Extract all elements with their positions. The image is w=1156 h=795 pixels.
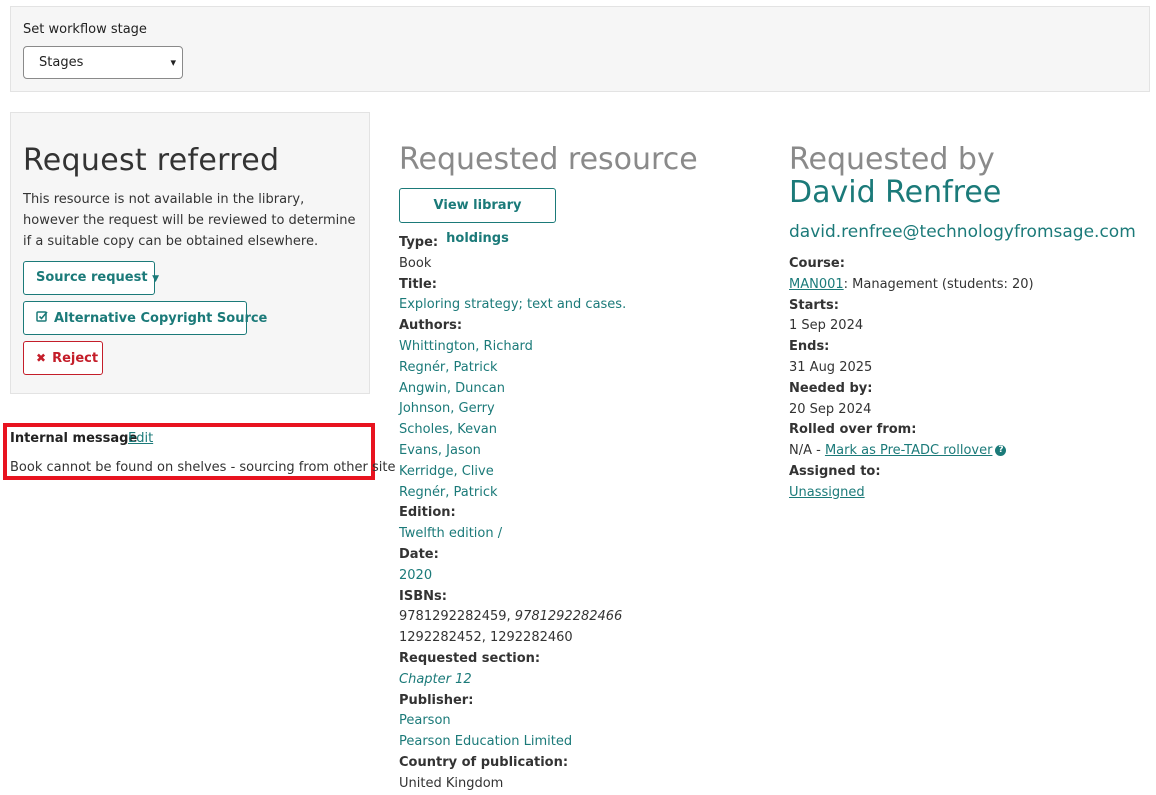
requested-by-heading: Requested by (789, 142, 995, 177)
workflow-stage-label: Set workflow stage (23, 22, 147, 37)
assigned-to-link[interactable]: Unassigned (789, 485, 865, 500)
close-icon: ✖ (36, 351, 47, 365)
date-value[interactable]: 2020 (399, 566, 759, 587)
ends-label: Ends: (789, 339, 830, 355)
chevron-down-icon: ▾ (170, 56, 176, 69)
isbn-separator: , (506, 609, 515, 625)
course-value: MAN001: Management (students: 20) (789, 275, 1149, 296)
requester-email[interactable]: david.renfree@technologyfromsage.com (789, 222, 1136, 242)
author-link[interactable]: Evans, Jason (399, 441, 759, 462)
edition-label: Edition: (399, 505, 456, 521)
isbns-label: ISBNs: (399, 588, 447, 604)
alternative-copyright-source-button[interactable]: Alternative Copyright Source (23, 301, 267, 335)
authors-label: Authors: (399, 318, 463, 334)
rolled-over-value: N/A - Mark as Pre-TADC rollover? (789, 441, 1149, 462)
checkbox-edit-icon (36, 302, 48, 334)
author-link[interactable]: Johnson, Gerry (399, 399, 759, 420)
assigned-to-value: Unassigned (789, 483, 1149, 504)
internal-message-label: Internal message (10, 431, 138, 446)
workflow-stage-select[interactable]: Stages ▾ (23, 46, 183, 79)
workflow-stage-panel: Set workflow stage Stages ▾ (10, 6, 1150, 92)
isbn-value: 9781292282459 (399, 609, 507, 625)
rolled-over-label: Rolled over from: (789, 422, 917, 438)
author-link[interactable]: Whittington, Richard (399, 337, 759, 358)
course-code-link[interactable]: MAN001 (789, 277, 844, 292)
publisher-label: Publisher: (399, 692, 474, 708)
course-label: Course: (789, 256, 845, 271)
assigned-to-label: Assigned to: (789, 463, 881, 479)
date-label: Date: (399, 546, 439, 562)
view-library-holdings-button[interactable]: View library holdings (399, 188, 556, 246)
requester-details: Course: MAN001: Management (students: 20… (789, 254, 1149, 504)
source-request-label: Source request (36, 270, 148, 285)
edition-value[interactable]: Twelfth edition / (399, 524, 759, 545)
author-link[interactable]: Kerridge, Clive (399, 462, 759, 483)
requested-section-value[interactable]: Chapter 12 (399, 670, 759, 691)
title-label: Title: (399, 276, 438, 292)
type-label: Type: (399, 235, 439, 250)
publisher-link[interactable]: Pearson Education Limited (399, 732, 759, 753)
isbns-line-1: 9781292282459, 9781292282466 (399, 607, 759, 628)
author-link[interactable]: Angwin, Duncan (399, 379, 759, 400)
alternative-copyright-source-label: Alternative Copyright Source (54, 311, 268, 326)
author-link[interactable]: Scholes, Kevan (399, 420, 759, 441)
request-referred-title: Request referred (23, 143, 280, 178)
reject-label: Reject (52, 351, 99, 366)
source-request-button[interactable]: Source request ▼ (23, 261, 159, 295)
requester-name[interactable]: David Renfree (789, 175, 1001, 210)
workflow-stage-select-value: Stages (39, 55, 84, 70)
starts-value: 1 Sep 2024 (789, 318, 864, 334)
rolled-over-prefix: N/A - (789, 443, 825, 459)
requested-resource-heading: Requested resource (399, 142, 698, 177)
internal-message-text: Book cannot be found on shelves - sourci… (10, 460, 396, 475)
course-description: : Management (students: 20) (843, 276, 1034, 292)
starts-label: Starts: (789, 297, 839, 313)
isbns-line-2: 1292282452, 1292282460 (399, 630, 573, 646)
needed-by-label: Needed by: (789, 380, 873, 396)
internal-message-edit-link[interactable]: Edit (128, 431, 153, 446)
resource-details: Type: Book Title: Exploring strategy; te… (399, 233, 759, 795)
request-referred-panel: Request referred This resource is not av… (10, 112, 370, 394)
publisher-link[interactable]: Pearson (399, 711, 759, 732)
type-value: Book (399, 255, 432, 271)
author-link[interactable]: Regnér, Patrick (399, 358, 759, 379)
request-referred-description: This resource is not available in the li… (23, 192, 356, 249)
ends-value: 31 Aug 2025 (789, 359, 873, 375)
mark-rollover-link[interactable]: Mark as Pre-TADC rollover (825, 443, 993, 458)
caret-down-icon: ▼ (152, 274, 160, 284)
country-label: Country of publication: (399, 754, 569, 770)
author-link[interactable]: Regnér, Patrick (399, 483, 759, 504)
title-value[interactable]: Exploring strategy; text and cases. (399, 295, 759, 316)
requested-section-label: Requested section: (399, 650, 541, 666)
internal-message-box: Internal message Edit Book cannot be fou… (3, 423, 395, 480)
question-circle-icon[interactable]: ? (995, 445, 1007, 457)
reject-button[interactable]: ✖ Reject (23, 341, 103, 375)
isbn-value-italic: 9781292282466 (514, 609, 623, 625)
country-value: United Kingdom (399, 775, 504, 791)
needed-by-value: 20 Sep 2024 (789, 401, 872, 417)
